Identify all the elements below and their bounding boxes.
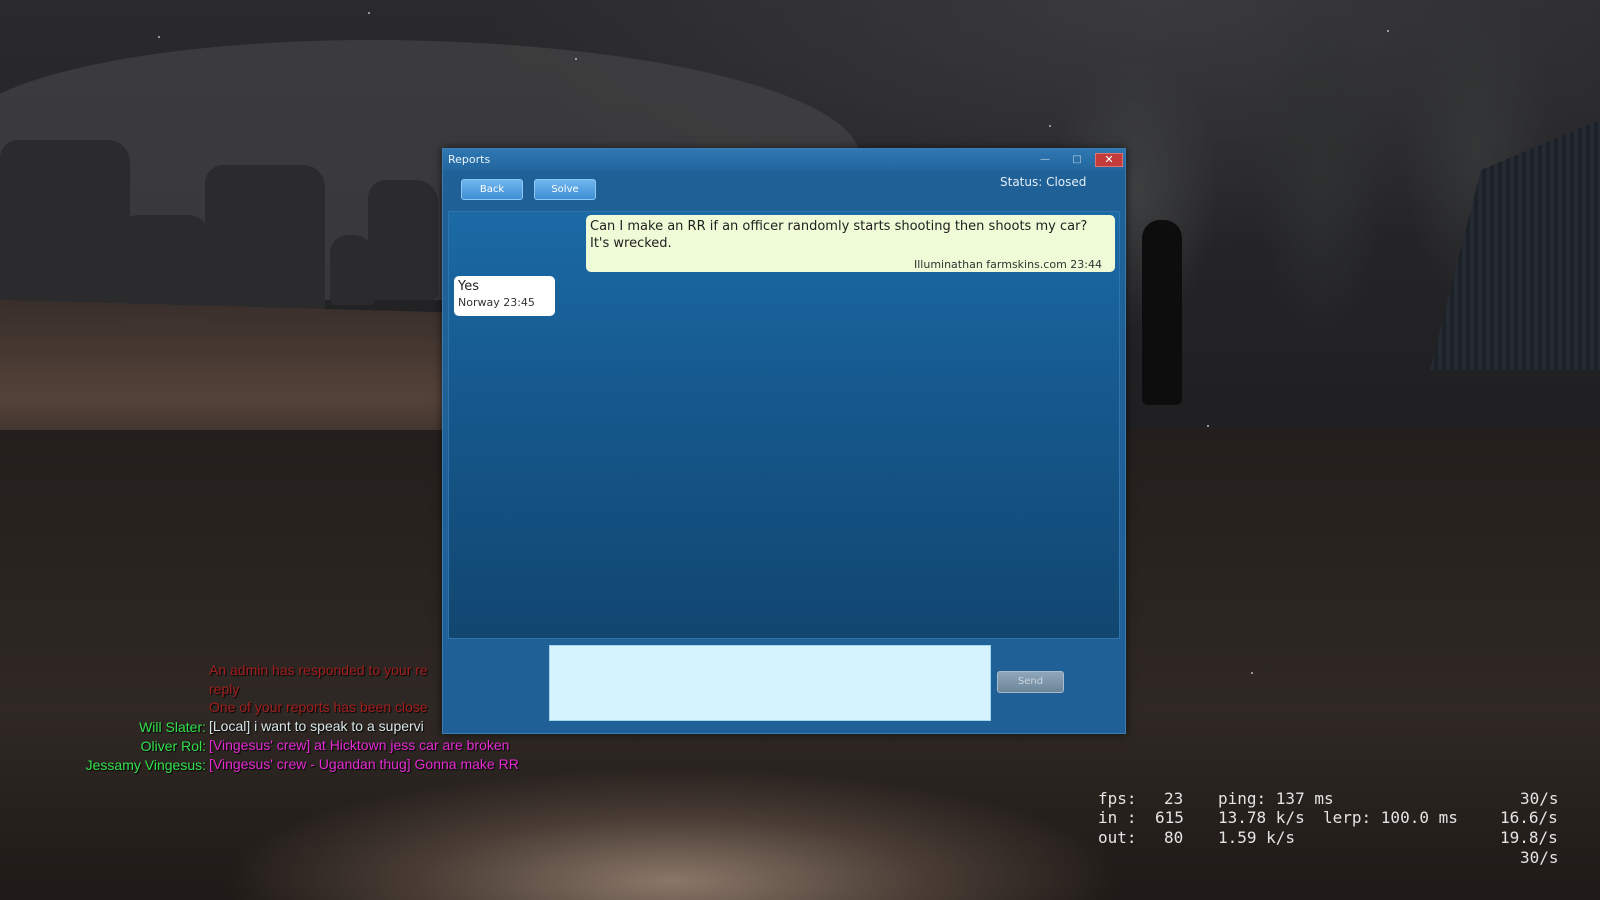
status-label: Status: Closed <box>1000 175 1087 189</box>
star <box>368 12 370 14</box>
chat-message-text: [Vingesus' crew - Ugandan thug] Gonna ma… <box>209 756 519 772</box>
message-text: Can I make an RR if an officer randomly … <box>590 219 1088 234</box>
send-button[interactable]: Send <box>997 671 1064 693</box>
chat-player-name: Oliver Rol: <box>140 738 206 754</box>
message-thread[interactable]: Can I make an RR if an officer randomly … <box>448 211 1120 639</box>
rock <box>0 140 130 320</box>
out-value: 80 <box>1164 828 1184 847</box>
player-message: Can I make an RR if an officer randomly … <box>586 215 1115 272</box>
star <box>1207 425 1209 427</box>
close-button[interactable]: ✕ <box>1095 153 1123 167</box>
chat-player-name: Will Slater: <box>139 719 206 735</box>
star <box>575 58 577 60</box>
title-bar[interactable]: Reports — □ ✕ <box>443 149 1125 171</box>
system-message: reply <box>209 681 240 697</box>
system-message: One of your reports has been close <box>209 699 428 715</box>
message-meta: Norway 23:45 <box>458 296 535 309</box>
reply-input[interactable] <box>549 645 991 721</box>
solve-button[interactable]: Solve <box>534 179 596 200</box>
chat-message-text: [Local] i want to speak to a supervi <box>209 718 424 734</box>
fps-value: 23 <box>1164 789 1184 808</box>
in-label: in : <box>1098 808 1137 827</box>
rate-readout: 19.8/s <box>1500 828 1558 847</box>
ping-readout: ping: 137 ms <box>1218 789 1334 808</box>
out-rate: 1.59 k/s <box>1218 828 1296 847</box>
chat-message-text: [Vingesus' crew] at Hicktown jess car ar… <box>209 737 510 753</box>
star <box>1251 672 1253 674</box>
reports-window: Reports — □ ✕ Back Solve Status: Closed … <box>442 148 1126 734</box>
system-message: An admin has responded to your re <box>209 662 428 678</box>
star <box>1387 30 1389 32</box>
fps-label: fps: <box>1098 789 1137 808</box>
lerp-readout: lerp: 100.0 ms <box>1323 808 1458 827</box>
player-figure <box>1142 220 1182 405</box>
star <box>158 36 160 38</box>
message-meta: Illuminathan farmskins.com 23:44 <box>913 258 1102 271</box>
window-title: Reports <box>448 153 491 166</box>
message-text: Yes <box>458 279 479 294</box>
maximize-button[interactable]: □ <box>1065 153 1089 167</box>
back-button[interactable]: Back <box>461 179 523 200</box>
admin-message: Yes Norway 23:45 <box>454 276 555 316</box>
rate-readout: 30/s <box>1520 848 1559 867</box>
rate-readout: 16.6/s <box>1500 808 1558 827</box>
in-rate: 13.78 k/s <box>1218 808 1305 827</box>
chat-player-name: Jessamy Vingesus: <box>85 757 206 773</box>
in-value: 615 <box>1155 808 1184 827</box>
message-text: It's wrecked. <box>590 236 672 251</box>
rate-readout: 30/s <box>1520 789 1559 808</box>
minimize-button[interactable]: — <box>1033 153 1057 167</box>
rock <box>368 180 438 300</box>
rock <box>205 165 325 315</box>
out-label: out: <box>1098 828 1137 847</box>
star <box>1049 125 1051 127</box>
